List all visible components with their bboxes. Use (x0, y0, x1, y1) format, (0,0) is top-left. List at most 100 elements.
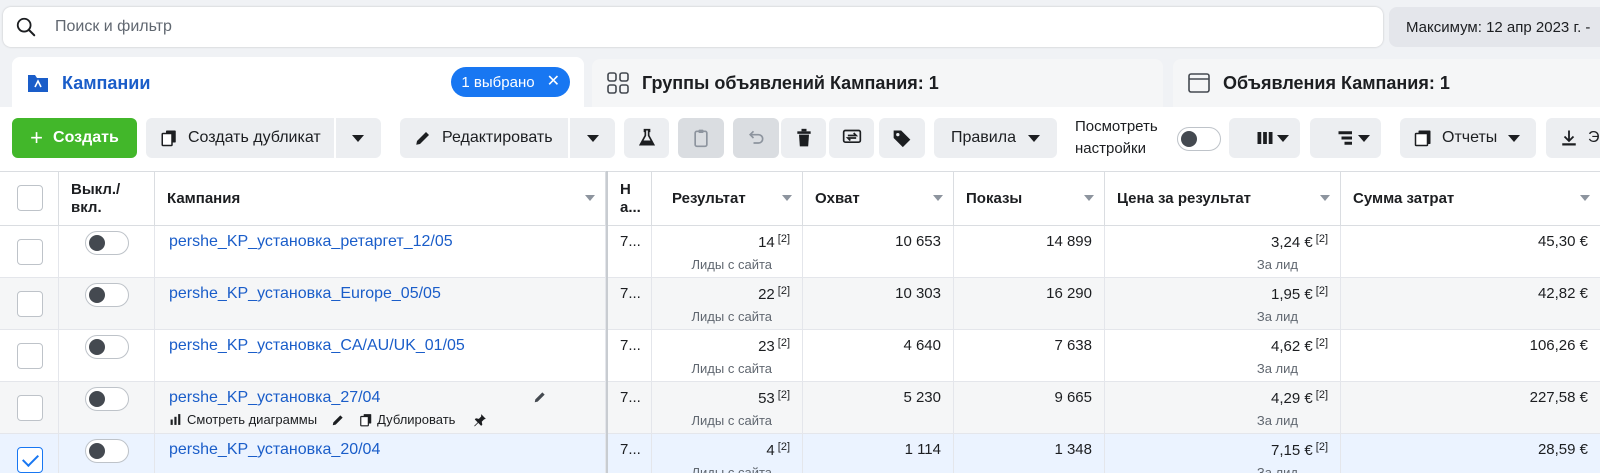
pencil-icon (416, 132, 429, 145)
duplicate-label: Создать дубликат (188, 129, 321, 146)
view-settings-toggle[interactable] (1177, 127, 1221, 151)
row-toggle-cell (59, 330, 155, 382)
reports-dropdown-icon[interactable] (1508, 135, 1520, 142)
tab-adsets[interactable]: Группы объявлений Кампания: 1 (592, 59, 1163, 107)
row-select-cell (0, 278, 59, 330)
export-button[interactable]: Эк (1546, 118, 1600, 158)
column-header-delivery[interactable]: Н а... (608, 172, 652, 225)
ab-test-button[interactable] (624, 118, 669, 158)
clipboard-button[interactable] (678, 118, 724, 158)
view-charts-label: Смотреть диаграммы (187, 412, 318, 427)
breakdown-dropdown-icon[interactable] (1358, 135, 1370, 142)
tab-campaigns[interactable]: Кампании 1 выбрано ✕ (12, 57, 584, 109)
reports-label: Отчеты (1442, 129, 1498, 146)
impressions-value: 7 638 (1054, 337, 1092, 354)
pin-row-link[interactable] (473, 413, 487, 427)
clear-selection-icon[interactable]: ✕ (547, 74, 560, 90)
impressions-cell: 9 665 (954, 382, 1105, 434)
edit-name-icon[interactable] (533, 390, 547, 408)
campaign-name-link[interactable]: pershe_KP_установка_20/04 (169, 441, 380, 459)
reach-value: 10 653 (895, 233, 941, 250)
result-footnote[interactable]: [2] (778, 441, 790, 453)
select-all-checkbox[interactable] (17, 185, 43, 211)
column-header-toggle[interactable]: Выкл./ вкл. (59, 172, 155, 225)
campaign-on-off-toggle[interactable] (85, 231, 129, 255)
result-value: 14 (758, 234, 775, 251)
sort-icon[interactable] (933, 195, 943, 201)
pin-icon (474, 413, 487, 426)
campaign-name-link[interactable]: pershe_KP_установка_Europe_05/05 (169, 285, 441, 303)
edit-button[interactable]: Редактировать (400, 118, 615, 158)
column-reach-label: Охват (815, 190, 860, 207)
cpr-value-wrap: 4,62 € [2] (1271, 337, 1328, 355)
cpr-type-label: За лид (1256, 465, 1298, 473)
search-bar[interactable] (3, 7, 1383, 47)
row-checkbox[interactable] (17, 447, 43, 473)
result-cell: 14 [2] Лиды с сайта (652, 226, 803, 278)
campaign-name-link[interactable]: pershe_KP_установка_27/04 (169, 389, 380, 407)
campaign-on-off-toggle[interactable] (85, 283, 129, 307)
create-button[interactable]: + Создать (12, 118, 137, 158)
tag-button[interactable] (879, 118, 925, 158)
toggle-knob (89, 235, 105, 251)
table-row[interactable]: pershe_KP_установка_ретаргет_12/05 7... … (0, 226, 1600, 278)
view-charts-link[interactable]: Смотреть диаграммы (169, 412, 317, 427)
table-row[interactable]: pershe_KP_установка_CA/AU/UK_01/05 7... … (0, 330, 1600, 382)
cost-per-result-cell: 1,95 € [2] За лид (1105, 278, 1341, 330)
row-checkbox[interactable] (17, 395, 43, 421)
campaign-name-link[interactable]: pershe_KP_установка_CA/AU/UK_01/05 (169, 337, 465, 355)
sort-icon[interactable] (585, 195, 595, 201)
sort-icon[interactable] (1580, 195, 1590, 201)
duplicate-dropdown-icon[interactable] (352, 135, 364, 142)
sort-icon[interactable] (782, 195, 792, 201)
cpr-footnote[interactable]: [2] (1316, 441, 1328, 453)
cpr-footnote[interactable]: [2] (1316, 285, 1328, 297)
date-range-picker[interactable]: Максимум: 12 апр 2023 г. - (1389, 7, 1600, 47)
cpr-footnote[interactable]: [2] (1316, 389, 1328, 401)
result-footnote[interactable]: [2] (778, 389, 790, 401)
row-checkbox[interactable] (17, 239, 43, 265)
result-footnote[interactable]: [2] (778, 337, 790, 349)
rules-button[interactable]: Правила (934, 118, 1057, 158)
cpr-footnote[interactable]: [2] (1316, 337, 1328, 349)
result-footnote[interactable]: [2] (778, 233, 790, 245)
search-input[interactable] (55, 18, 655, 36)
breakdown-button[interactable] (1310, 118, 1381, 158)
cost-per-result-value: 4,62 € (1271, 338, 1313, 355)
delete-button[interactable] (781, 118, 826, 158)
row-checkbox[interactable] (17, 291, 43, 317)
campaign-name-link[interactable]: pershe_KP_установка_ретаргет_12/05 (169, 233, 453, 251)
cpr-footnote[interactable]: [2] (1316, 233, 1328, 245)
column-header-spend[interactable]: Сумма затрат (1341, 172, 1600, 225)
undo-button[interactable] (733, 118, 779, 158)
duplicate-button[interactable]: Создать дубликат (146, 118, 381, 158)
tab-ads[interactable]: Объявления Кампания: 1 (1173, 59, 1600, 107)
reports-button[interactable]: Отчеты (1400, 118, 1536, 158)
rules-dropdown-icon[interactable] (1028, 135, 1040, 142)
move-button[interactable] (829, 118, 874, 158)
column-header-result[interactable]: Результат (652, 172, 803, 225)
columns-dropdown-icon[interactable] (1277, 135, 1289, 142)
table-row[interactable]: pershe_KP_установка_Europe_05/05 7... 22… (0, 278, 1600, 330)
spend-cell: 45,30 € (1341, 226, 1600, 278)
column-header-campaign[interactable]: Кампания (155, 172, 606, 225)
view-settings-label: Посмотреть настройки (1075, 116, 1175, 160)
sort-icon[interactable] (1084, 195, 1094, 201)
campaign-on-off-toggle[interactable] (85, 335, 129, 359)
table-row[interactable]: pershe_KP_установка_20/04 7... 4 [2] Лиды… (0, 434, 1600, 473)
column-header-reach[interactable]: Охват (803, 172, 954, 225)
campaign-on-off-toggle[interactable] (85, 439, 129, 463)
column-header-impressions[interactable]: Показы (954, 172, 1105, 225)
edit-dropdown-icon[interactable] (587, 135, 599, 142)
duplicate-row-link[interactable]: Дублировать (359, 412, 455, 427)
result-footnote[interactable]: [2] (778, 285, 790, 297)
ad-window-icon (1188, 73, 1210, 93)
sort-icon[interactable] (1320, 195, 1330, 201)
column-header-cost-per-result[interactable]: Цена за результат (1105, 172, 1341, 225)
table-row[interactable]: pershe_KP_установка_27/04 Смотреть диагр… (0, 382, 1600, 434)
row-checkbox[interactable] (17, 343, 43, 369)
columns-button[interactable] (1229, 118, 1300, 158)
frozen-column-divider (606, 171, 608, 473)
campaign-on-off-toggle[interactable] (85, 387, 129, 411)
edit-row-link[interactable] (331, 413, 345, 427)
